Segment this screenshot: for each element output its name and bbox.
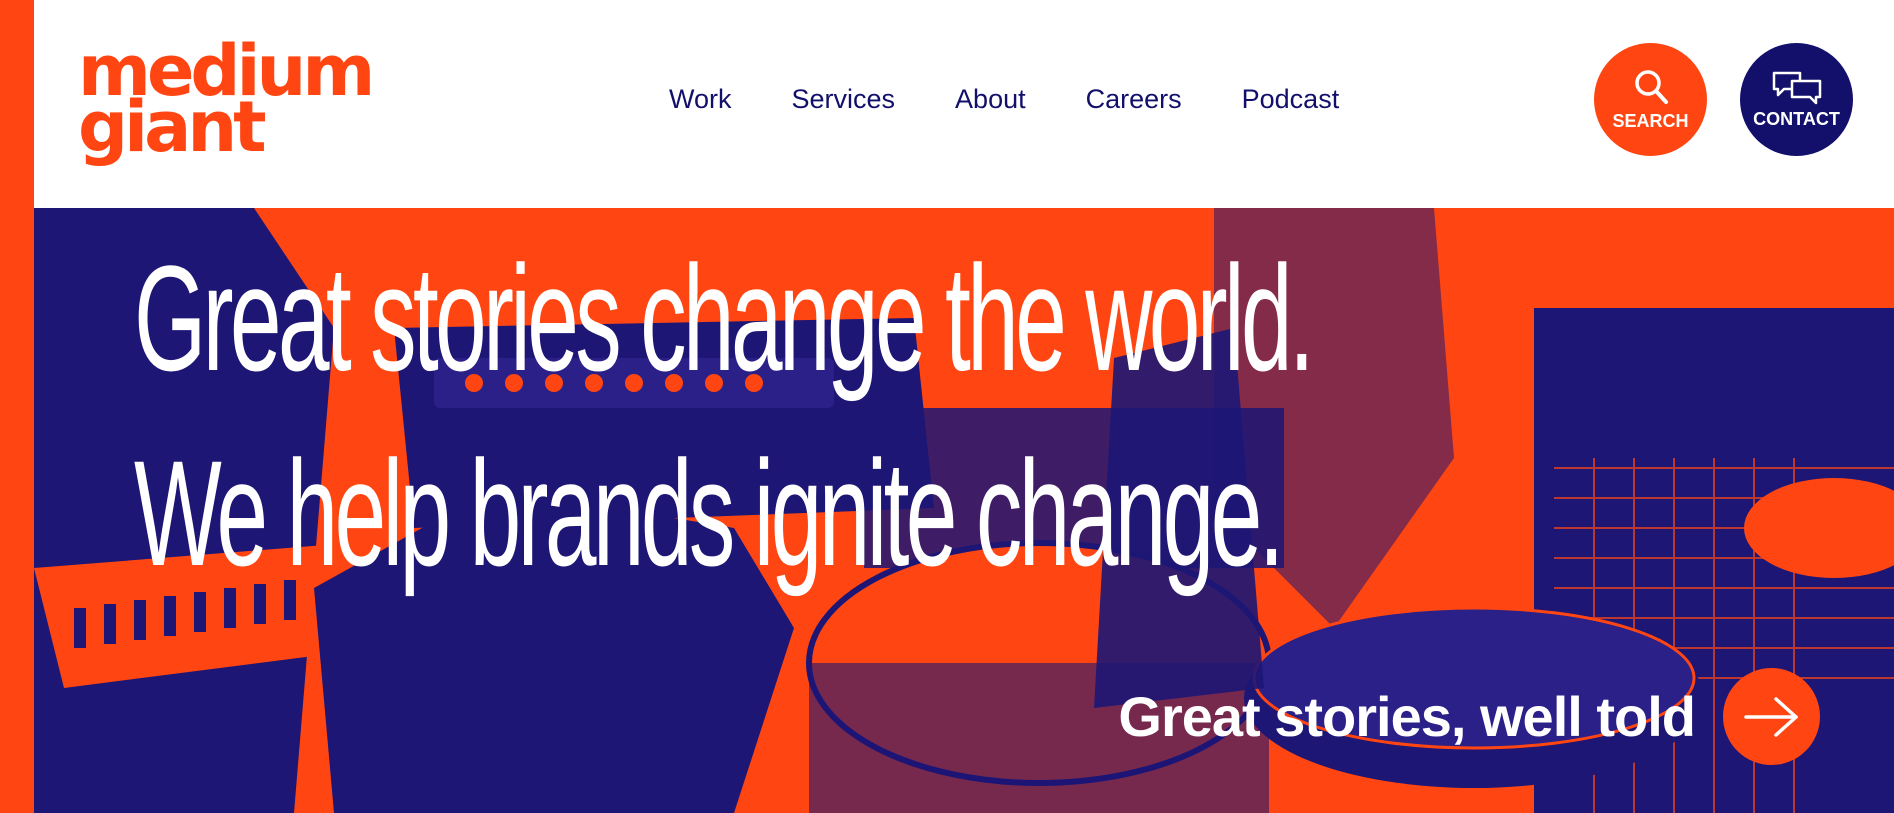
stories-cta-link[interactable]: Great stories, well told <box>1118 668 1820 765</box>
hero-banner: Great stories change the world. We help … <box>34 208 1894 813</box>
hero-headline-line2: We help brands ignite change. <box>134 429 1284 597</box>
nav-item-careers[interactable]: Careers <box>1086 84 1182 115</box>
arrow-right-icon <box>1743 696 1798 737</box>
site-header: medium giant Work Services About Careers… <box>34 0 1894 208</box>
nav-item-work[interactable]: Work <box>669 84 732 115</box>
hero-headline-line1: Great stories change the world. <box>134 234 1315 402</box>
page: medium giant Work Services About Careers… <box>0 0 1894 813</box>
contact-button[interactable]: CONTACT <box>1740 43 1853 156</box>
nav-item-about[interactable]: About <box>955 84 1026 115</box>
arrow-button[interactable] <box>1723 668 1820 765</box>
search-button[interactable]: SEARCH <box>1594 43 1707 156</box>
search-icon <box>1634 70 1668 104</box>
main-nav: Work Services About Careers Podcast <box>669 84 1339 115</box>
chat-bubbles-icon <box>1772 71 1821 105</box>
nav-item-services[interactable]: Services <box>792 84 896 115</box>
stories-cta-text: Great stories, well told <box>1118 685 1696 748</box>
site-logo[interactable]: medium giant <box>78 36 378 176</box>
nav-item-podcast[interactable]: Podcast <box>1242 84 1340 115</box>
logo-line-giant: giant <box>78 86 267 168</box>
contact-button-label: CONTACT <box>1753 109 1840 129</box>
left-accent-stripe <box>0 0 34 813</box>
search-button-label: SEARCH <box>1612 111 1689 131</box>
